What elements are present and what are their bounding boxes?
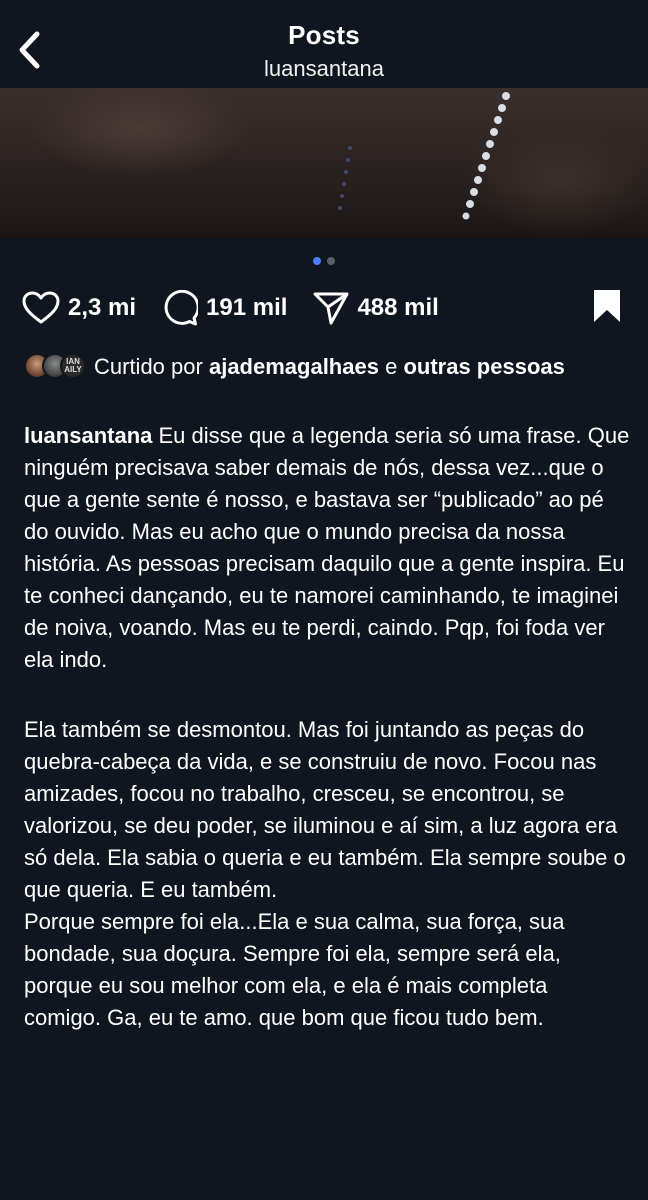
comments-count[interactable]: 191 mil	[206, 294, 287, 322]
share-action[interactable]: 488 mil	[313, 291, 439, 325]
like-action[interactable]: 2,3 mi	[22, 291, 136, 325]
comment-bubble-icon[interactable]	[162, 290, 199, 326]
post-caption: luansantana Eu disse que a legenda seria…	[24, 420, 630, 1034]
liked-by-others-link[interactable]: outras pessoas	[403, 354, 564, 379]
carousel-indicator	[0, 257, 648, 267]
avatar: IAN AILY	[60, 353, 86, 380]
liked-by-avatars: IAN AILY	[24, 353, 86, 380]
post-image[interactable]	[0, 88, 648, 238]
page-title: Posts	[288, 20, 360, 50]
carousel-dot	[327, 257, 335, 265]
caption-paragraph: Porque sempre foi ela...Ela e sua calma,…	[24, 909, 565, 1030]
liked-by-user-link[interactable]: ajademagalhaes	[209, 354, 379, 379]
necklace-detail	[338, 92, 510, 220]
liked-by-prefix: Curtido por	[94, 354, 203, 379]
shares-count[interactable]: 488 mil	[357, 294, 438, 322]
paper-plane-icon[interactable]	[313, 291, 349, 325]
top-bar: Posts luansantana	[0, 0, 648, 88]
carousel-dot-active	[313, 257, 321, 265]
action-bar: 2,3 mi 191 mil 488 mil	[22, 286, 626, 330]
caption-author-link[interactable]: luansantana	[24, 423, 152, 448]
caption-text: Eu disse que a legenda seria só uma fras…	[24, 423, 630, 672]
save-button[interactable]	[592, 288, 622, 329]
caption-paragraph: luansantana Eu disse que a legenda seria…	[24, 420, 630, 676]
bookmark-icon[interactable]	[592, 288, 622, 324]
likes-count[interactable]: 2,3 mi	[68, 294, 136, 322]
caption-paragraph: Ela também se desmontou. Mas foi juntand…	[24, 717, 626, 902]
heart-icon[interactable]	[22, 291, 60, 325]
liked-by-summary[interactable]: IAN AILY Curtido por ajademagalhaes e out…	[24, 352, 628, 382]
comment-action[interactable]: 191 mil	[162, 290, 287, 326]
liked-by-connector: e	[385, 354, 398, 379]
profile-username[interactable]: luansantana	[0, 56, 648, 82]
